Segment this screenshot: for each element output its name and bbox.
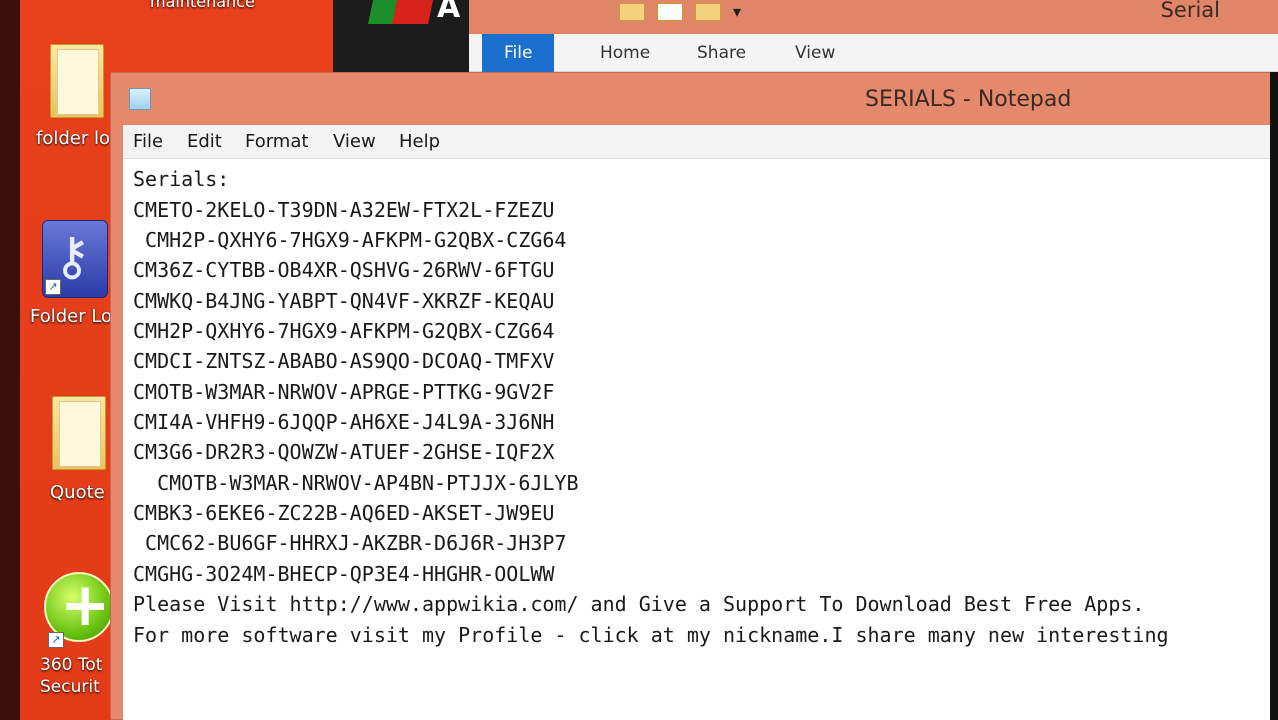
notepad-window: SERIALS - Notepad File Edit Format View … (110, 72, 1278, 720)
text-line: CMGHG-3O24M-BHECP-QP3E4-HHGHR-OOLWW (133, 562, 555, 586)
text-line: CMBK3-6EKE6-ZC22B-AQ6ED-AKSET-JW9EU (133, 501, 555, 525)
text-line: CMDCI-ZNTSZ-ABABO-AS9QO-DCOAQ-TMFXV (133, 349, 555, 373)
notepad-icon[interactable] (129, 88, 151, 110)
explorer-titlebar: ▾ Serial (469, 0, 1278, 34)
menu-help[interactable]: Help (399, 125, 440, 159)
tab-file[interactable]: File (482, 34, 555, 72)
tab-view[interactable]: View (773, 34, 857, 72)
menu-bar: File Edit Format View Help (123, 125, 1278, 159)
quick-access-toolbar: ▾ (619, 2, 741, 21)
selected-text[interactable]: CMETO-2KELO-T39DN-A32EW-FTX2L-FZEZU (133, 198, 554, 222)
explorer-title: Serial (1160, 0, 1220, 22)
text-line: CMWKQ-B4JNG-YABPT-QN4VF-XKRZF-KEQAU (133, 289, 555, 313)
desktop-top-label: maintenance (150, 0, 255, 11)
properties-icon[interactable] (657, 2, 683, 21)
folder-icon[interactable] (619, 2, 645, 21)
text-line: CMH2P-QXHY6-7HGX9-AFKPM-G2QBX-CZG64 (133, 319, 555, 343)
shortcut-arrow-icon: ↗ (45, 279, 61, 295)
menu-edit[interactable]: Edit (187, 125, 222, 159)
text-editor-area[interactable]: Serials: CMETO-2KELO-T39DN-A32EW-FTX2L-F… (123, 159, 1278, 720)
text-line: CM3G6-DR2R3-QOWZW-ATUEF-2GHSE-IQF2X (133, 440, 555, 464)
app-logo-icon (368, 0, 434, 24)
folder-icon (52, 396, 106, 470)
tab-share[interactable]: Share (675, 34, 768, 72)
text-line: CMH2P-QXHY6-7HGX9-AFKPM-G2QBX-CZG64 (133, 228, 567, 252)
explorer-ribbon: File Home Share View (469, 34, 1278, 72)
app-logo-letter: A (437, 0, 461, 25)
plus-shield-icon: + ↗ (44, 570, 114, 648)
folder-icon (50, 44, 104, 118)
text-line: For more software visit my Profile - cli… (133, 623, 1169, 647)
menu-view[interactable]: View (333, 125, 376, 159)
window-title: SERIALS - Notepad (865, 87, 1072, 112)
notepad-titlebar[interactable]: SERIALS - Notepad (111, 73, 1277, 125)
screen-edge (0, 0, 20, 720)
text-line: CMOTB-W3MAR-NRWOV-APRGE-PTTKG-9GV2F (133, 380, 555, 404)
text-line: CMC62-BU6GF-HHRXJ-AKZBR-D6J6R-JH3P7 (133, 531, 567, 555)
tab-home[interactable]: Home (578, 34, 672, 72)
key-icon: ⚷ ↗ (42, 220, 108, 298)
explorer-app-strip: A (333, 0, 469, 72)
text-line: CMOTB-W3MAR-NRWOV-AP4BN-PTJJX-6JLYB (133, 471, 579, 495)
menu-file[interactable]: File (133, 125, 163, 159)
text-line: Serials: (133, 167, 230, 191)
chevron-down-icon[interactable]: ▾ (733, 2, 741, 21)
menu-format[interactable]: Format (245, 125, 308, 159)
text-line: Please Visit http://www.appwikia.com/ an… (133, 592, 1145, 616)
screen-edge-right (1270, 72, 1278, 720)
shortcut-arrow-icon: ↗ (48, 632, 64, 648)
text-line: CM36Z-CYTBB-OB4XR-QSHVG-26RWV-6FTGU (133, 258, 555, 282)
new-folder-icon[interactable] (695, 2, 721, 21)
text-line: CMI4A-VHFH9-6JQQP-AH6XE-J4L9A-3J6NH (133, 410, 555, 434)
file-explorer-window: A ▾ Serial File Home Share View (333, 0, 1278, 80)
